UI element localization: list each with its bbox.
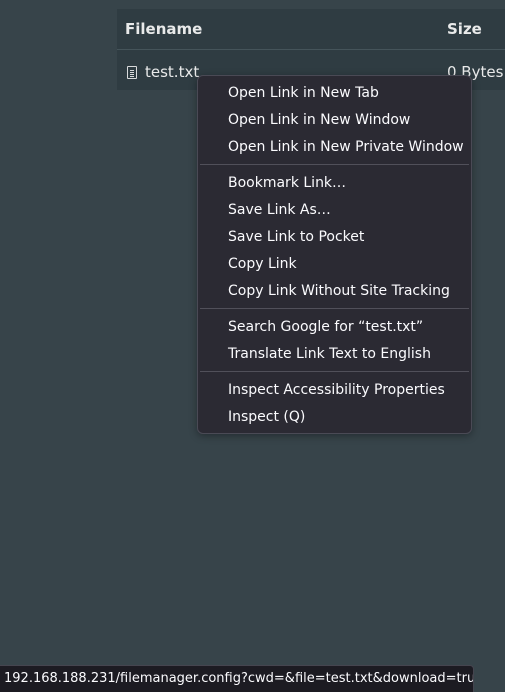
column-header-size[interactable]: Size xyxy=(447,20,482,38)
column-header-filename[interactable]: Filename xyxy=(125,20,202,38)
menu-translate-link-text[interactable]: Translate Link Text to English xyxy=(228,342,461,366)
menu-inspect[interactable]: Inspect (Q) xyxy=(228,405,461,429)
menu-separator xyxy=(200,164,469,165)
menu-copy-link-without-tracking[interactable]: Copy Link Without Site Tracking xyxy=(228,279,461,303)
status-bar-link-url: 192.168.188.231/filemanager.config?cwd=&… xyxy=(0,665,474,692)
menu-separator xyxy=(200,371,469,372)
menu-save-link-to-pocket[interactable]: Save Link to Pocket xyxy=(228,225,461,249)
menu-search-google[interactable]: Search Google for “test.txt” xyxy=(228,315,461,339)
menu-save-link-as[interactable]: Save Link As… xyxy=(228,198,461,222)
menu-separator xyxy=(200,308,469,309)
menu-inspect-accessibility[interactable]: Inspect Accessibility Properties xyxy=(228,378,461,402)
text-file-icon xyxy=(127,66,137,79)
menu-open-link-new-tab[interactable]: Open Link in New Tab xyxy=(228,81,461,105)
menu-open-link-new-window[interactable]: Open Link in New Window xyxy=(228,108,461,132)
context-menu: Open Link in New Tab Open Link in New Wi… xyxy=(197,75,472,434)
menu-bookmark-link[interactable]: Bookmark Link… xyxy=(228,171,461,195)
table-header: Filename Size xyxy=(117,9,505,50)
menu-open-link-new-private-window[interactable]: Open Link in New Private Window xyxy=(228,135,464,159)
file-name-link[interactable]: test.txt xyxy=(145,63,199,81)
menu-copy-link[interactable]: Copy Link xyxy=(228,252,461,276)
